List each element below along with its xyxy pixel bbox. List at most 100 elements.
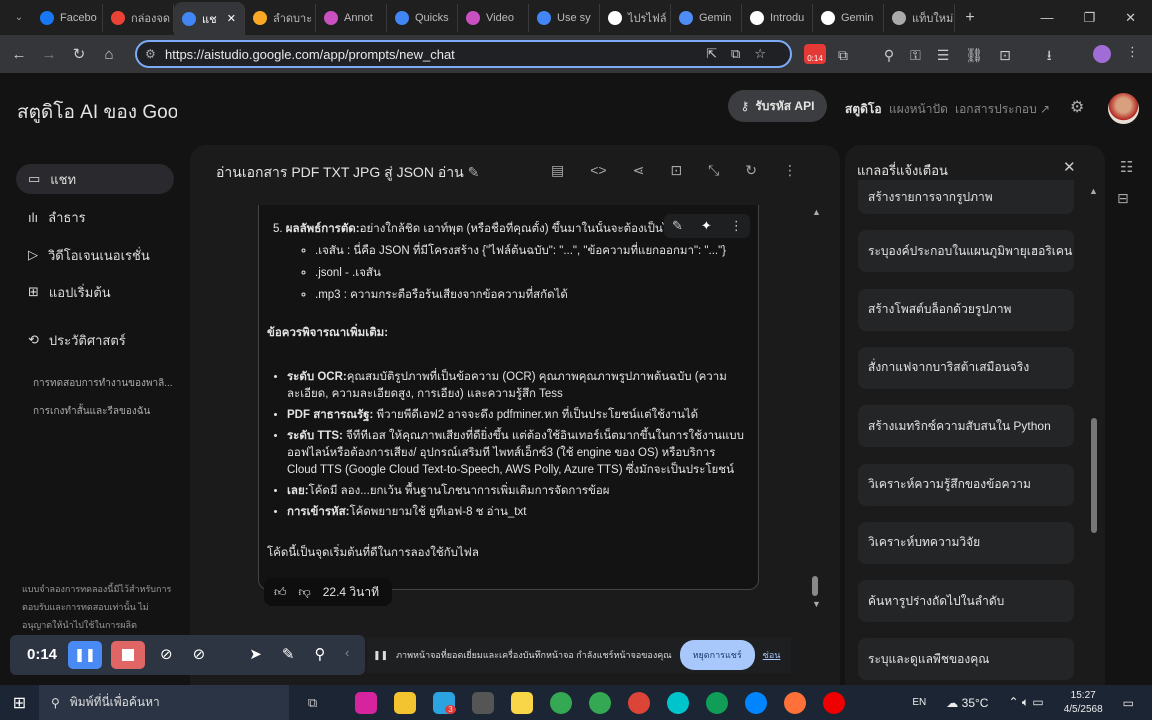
gallery-card[interactable]: สร้างรายการจากรูปภาพ — [858, 180, 1074, 214]
notes-icon[interactable]: ▤ — [551, 162, 564, 179]
weather-widget[interactable]: ☁ 35°C — [946, 696, 988, 710]
close-tab-icon[interactable]: ✕ — [227, 12, 236, 25]
gallery-card[interactable]: ค้นหารูปร่างถัดไปในลำดับ — [858, 580, 1074, 623]
address-bar[interactable]: ⚙ https://aistudio.google.com/app/prompt… — [135, 40, 792, 68]
extension-icons[interactable]: ⧉ ⚲⚿☰⛓⊡ ⭳ — [838, 45, 1068, 69]
minimize-button[interactable]: — — [1040, 10, 1053, 26]
sidebar-item[interactable]: ▭ แชท — [16, 164, 174, 194]
share-icon[interactable]: ⋖ — [633, 162, 645, 179]
file-explorer-icon[interactable] — [385, 685, 424, 720]
compare-icon[interactable]: ⤡ — [708, 162, 719, 179]
sidebar-item[interactable]: ⟲ ประวัติศาสตร์ — [16, 325, 174, 355]
browser-tab[interactable]: Gemin — [671, 3, 742, 32]
forward-icon[interactable]: → — [34, 46, 64, 63]
tab-search-button[interactable]: ⌄ — [6, 12, 32, 23]
firefox-icon[interactable] — [775, 685, 814, 720]
history-item[interactable]: การเกงทำสั้นและรีลของฉัน — [33, 404, 150, 419]
browser-tab[interactable]: Annot — [316, 3, 387, 32]
chrome-icon[interactable] — [619, 685, 658, 720]
browser-tab[interactable]: Use sy — [529, 3, 600, 32]
instagram-icon[interactable] — [346, 685, 385, 720]
scroll-up-icon[interactable]: ▲ — [1089, 186, 1098, 196]
gallery-card[interactable]: สร้างโพสต์บล็อกด้วยรูปภาพ — [858, 288, 1074, 331]
thumbs-down-icon[interactable]: 👎︎ — [299, 585, 311, 600]
clock[interactable]: 15:27 4/5/2568 — [1064, 689, 1103, 717]
panel-toggle-icon[interactable]: ⊟ — [1117, 190, 1129, 207]
back-icon[interactable]: ← — [4, 46, 34, 63]
browser-tab[interactable]: แช ✕ — [174, 2, 245, 35]
reset-icon[interactable]: ↻ — [745, 162, 757, 179]
code-icon[interactable]: <> — [590, 162, 606, 179]
reload-icon[interactable]: ↻ — [64, 45, 94, 63]
gallery-card[interactable]: ระบุองค์ประกอบในแผนภูมิพายุเฮอริเคน — [858, 230, 1074, 273]
profile-icon[interactable] — [1093, 45, 1111, 63]
media-player-icon[interactable] — [463, 685, 502, 720]
settings-icon[interactable]: ⚙ — [1070, 97, 1084, 117]
prompt-title[interactable]: อ่านเอกสาร PDF TXT JPG สู่ JSON อ่าน ✎ — [216, 162, 479, 184]
avatar[interactable] — [1108, 93, 1139, 124]
sticky-notes-icon[interactable] — [502, 685, 541, 720]
gallery-card[interactable]: ระบุและดูแลพืชของคุณ — [858, 638, 1074, 681]
canva-icon[interactable] — [658, 685, 697, 720]
home-icon[interactable]: ⌂ — [94, 46, 124, 63]
browser-tab[interactable]: แท็บใหม่ — [884, 3, 955, 32]
edit-icon[interactable]: ✎ — [672, 218, 683, 234]
recorder-extension-icon[interactable]: 0:14 — [804, 44, 826, 64]
pause-button[interactable]: ❚❚ — [68, 641, 102, 669]
sparkle-icon[interactable]: ✦ — [701, 218, 712, 234]
close-window-button[interactable]: ✕ — [1125, 10, 1136, 26]
url-actions[interactable]: ⇱⧉☆ — [706, 46, 780, 62]
sidebar-item[interactable]: ılı ลำธาร — [16, 202, 174, 232]
get-api-key-button[interactable]: ⚷ รับรหัส API — [728, 90, 827, 122]
browser-tab[interactable]: ไปรไฟล์ — [600, 3, 671, 32]
sidebar-item[interactable]: ▷ วิดีโอเจนเนอเรชั่น — [16, 240, 174, 270]
browser-tab[interactable]: กล่องจด — [103, 3, 174, 32]
telegram-icon[interactable]: 3 — [424, 685, 463, 720]
gallery-scrollbar[interactable] — [1091, 418, 1097, 533]
new-tab-button[interactable]: + — [955, 9, 985, 27]
stop-sharing-button[interactable]: หยุดการแชร์ — [679, 640, 755, 670]
browser-tab[interactable]: Facebo — [32, 3, 103, 32]
close-gallery-button[interactable]: ✕ — [1063, 158, 1076, 176]
run-settings-icon[interactable]: ☷ — [1120, 158, 1133, 176]
edge-icon[interactable] — [697, 685, 736, 720]
chrome-icon[interactable] — [580, 685, 619, 720]
messenger-icon[interactable] — [736, 685, 775, 720]
recorder-icon[interactable] — [814, 685, 853, 720]
gallery-card[interactable]: วิเคราะห์บทความวิจัย — [858, 521, 1074, 564]
tray-icons[interactable]: ⌃ 🔈︎ ▭ — [1008, 695, 1043, 710]
maximize-button[interactable]: ❐ — [1083, 10, 1095, 26]
browser-tab[interactable]: Gemin — [813, 3, 884, 32]
start-button[interactable]: ⊞ — [0, 685, 39, 720]
task-view-icon[interactable]: ⧉ — [293, 685, 332, 720]
more-icon[interactable]: ⋮ — [730, 218, 743, 234]
collapse-icon[interactable]: ‹ — [345, 645, 349, 660]
thumbs-up-icon[interactable]: 👍︎ — [274, 585, 287, 600]
chrome-icon[interactable] — [541, 685, 580, 720]
browser-tab[interactable]: ลำดบาะ — [245, 3, 316, 32]
gallery-card[interactable]: สร้างเมทริกซ์ความสับสนใน Python — [858, 405, 1074, 448]
menu-icon[interactable]: ⋮ — [1126, 44, 1139, 60]
history-item[interactable]: การทดสอบการทำงานของพาลิ... — [33, 376, 173, 391]
scroll-up-icon[interactable]: ▲ — [812, 207, 821, 217]
gallery-card[interactable]: สั่งกาแฟจากบาริสต้าเสมือนจริง — [858, 346, 1074, 389]
browser-tab[interactable]: Quicks — [387, 3, 458, 32]
recorder-tools[interactable]: ⊘⊘ ➤✎⚲ — [160, 645, 345, 663]
main-scrollbar[interactable] — [812, 576, 818, 596]
hide-button[interactable]: ซ่อน — [763, 648, 781, 662]
scroll-down-icon[interactable]: ▼ — [812, 599, 821, 609]
nav-studio[interactable]: สตูดิโอ — [845, 100, 882, 119]
browser-tab[interactable]: Introdu — [742, 3, 813, 32]
site-info-icon[interactable]: ⚙ — [145, 47, 156, 61]
stop-button[interactable] — [111, 641, 145, 669]
sidebar-item[interactable]: ⊞ แอปเริ่มต้น — [16, 277, 174, 307]
notifications-icon[interactable]: ▭ — [1123, 696, 1134, 710]
browser-tab[interactable]: Video — [458, 3, 529, 32]
save-icon[interactable]: ⊡ — [670, 162, 682, 179]
taskbar-search[interactable]: ⚲ พิมพ์ที่นี่เพื่อค้นหา — [39, 685, 289, 720]
gallery-card[interactable]: วิเคราะห์ความรู้สึกของข้อความ — [858, 463, 1074, 506]
more-icon[interactable]: ⋮ — [783, 162, 797, 179]
nav-dashboard[interactable]: แผงหน้าปัด — [889, 100, 948, 119]
nav-docs[interactable]: เอกสารประกอบ ↗ — [955, 100, 1050, 119]
language-indicator[interactable]: EN — [912, 697, 926, 708]
